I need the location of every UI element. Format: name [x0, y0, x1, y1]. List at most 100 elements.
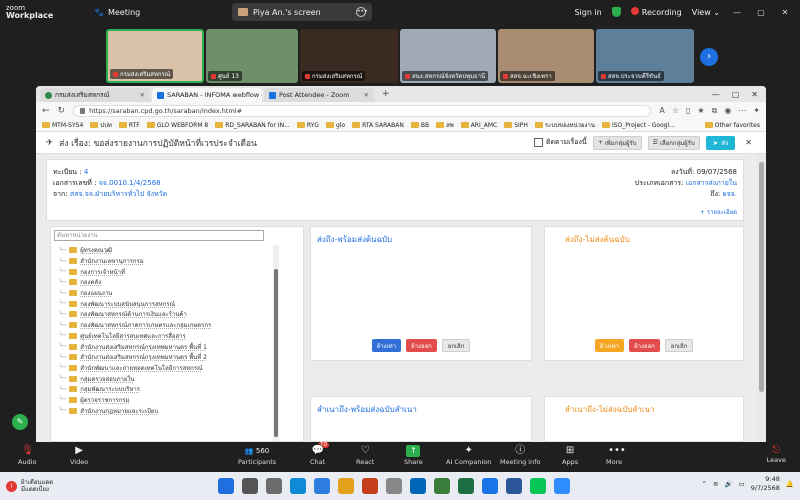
select-recipient-group-button[interactable]: ☰ เลือกกลุ่มผู้รับ — [647, 135, 700, 150]
close-icon[interactable]: ✕ — [741, 138, 756, 147]
page-scrollbar[interactable] — [757, 154, 766, 442]
meeting-info-button[interactable]: ⓘ Meeting info — [500, 445, 540, 466]
more-button[interactable]: ••• More — [606, 445, 626, 466]
participant-tile[interactable]: สสจ.ฉะเชิงเทรา — [498, 29, 594, 83]
chevron-up-icon[interactable]: ⌃ — [702, 480, 707, 488]
search-icon[interactable] — [242, 478, 258, 494]
split-screen-icon[interactable]: ▯ — [686, 106, 690, 116]
wifi-icon[interactable]: ≋ — [713, 480, 718, 488]
participant-tile[interactable]: สนง.สหกรณ์จังหวัดปทุมธานี — [400, 29, 496, 83]
shared-screen-tab[interactable]: Piya An.'s screen ••• — [232, 3, 372, 21]
recording-indicator[interactable]: Recording — [630, 7, 682, 17]
leave-button[interactable]: ⎋ Leave — [767, 445, 786, 464]
task-view-icon[interactable] — [266, 478, 282, 494]
tree-item[interactable]: └─ ผู้ตรวจราชการกรม — [59, 395, 259, 406]
bookmark-item[interactable]: ISO_Project - Googl... — [601, 122, 675, 129]
copilot-icon[interactable]: ✦ — [753, 106, 760, 116]
sign-in-button[interactable]: Sign in — [574, 8, 601, 17]
checkbox-box[interactable] — [533, 138, 543, 147]
other-favorites[interactable]: Other favorites — [704, 122, 760, 129]
bookmark-item[interactable]: MTM-SYS4 — [42, 122, 83, 129]
add-recipient-group-button[interactable]: + เพิ่มกลุ่มผู้รับ — [592, 135, 642, 150]
tree-item[interactable]: └─ ผู้ทรงคุณวุฒิ — [59, 245, 259, 256]
select-button[interactable]: ล้างเท่า — [371, 339, 401, 352]
tree-item[interactable]: └─ สำนักงานเลขานุการกรม — [59, 256, 259, 267]
clock[interactable]: 9:48 9/7/2568 — [751, 475, 780, 493]
tree-item[interactable]: └─ กองคลัง — [59, 277, 259, 288]
browser-tab[interactable]: SARABAN - INFOMA webflow - E✕ — [152, 88, 262, 102]
remove-button[interactable]: ล้างออก — [406, 339, 437, 352]
share-button[interactable]: ↑ Share — [404, 445, 423, 466]
annotate-pencil-icon[interactable]: ✎ — [12, 414, 28, 430]
more-options-icon[interactable]: ••• — [356, 7, 368, 17]
security-shield-icon[interactable] — [611, 7, 621, 17]
participant-tile[interactable]: กรมส่งเสริมสหกรณ์ — [300, 29, 398, 83]
send-button[interactable]: ➤ ส่ง — [705, 135, 736, 150]
notification-bell-icon[interactable]: 🔔 — [786, 480, 794, 488]
tree-scrollbar[interactable] — [273, 245, 279, 441]
line-app-icon[interactable] — [530, 478, 546, 494]
department-search-input[interactable]: ค้นหาหน่วยงาน — [54, 230, 264, 241]
bookmark-item[interactable]: ระบบของหน่วยงาน — [534, 120, 595, 130]
tree-item[interactable]: └─ สำนักงานกฎหมายและระเบียบ — [59, 405, 259, 416]
page-scroll-thumb[interactable] — [759, 162, 764, 392]
follow-checkbox[interactable]: ติดตามเรื่องนี้ — [533, 137, 587, 148]
video-button[interactable]: ▶ Video — [70, 445, 88, 466]
participants-button[interactable]: 👥 560 Participants — [238, 445, 276, 466]
photos-icon[interactable] — [434, 478, 450, 494]
cancel-button[interactable]: ยกเลิก — [441, 339, 471, 352]
maximize-icon[interactable]: ▢ — [732, 90, 740, 99]
participant-tile[interactable]: กรมส่งเสริมสหกรณ์ — [106, 29, 204, 83]
ai-companion-button[interactable]: ✦ AI Companion — [446, 445, 491, 466]
tree-item[interactable]: └─ กองพัฒนาสหกรณ์ด้านการเงินและร้านค้า — [59, 309, 259, 320]
zoom-app-icon[interactable] — [314, 478, 330, 494]
favorite-star-icon[interactable]: ☆ — [672, 106, 679, 116]
battery-icon[interactable]: ▭ — [739, 480, 745, 488]
tree-item[interactable]: └─ กลุ่มตรวจสอบภายใน — [59, 373, 259, 384]
chrome-icon[interactable] — [482, 478, 498, 494]
audio-button[interactable]: 🎙 Audio — [18, 445, 36, 466]
bookmark-item[interactable]: สพ — [436, 120, 454, 130]
tree-item[interactable]: └─ สำนักงานส่งเสริมสหกรณ์กรุงเทพมหานคร พื… — [59, 341, 259, 352]
apps-button[interactable]: ⊞ Apps — [562, 445, 578, 466]
volume-icon[interactable]: 🔊 — [724, 480, 732, 488]
menu-dots-icon[interactable]: ⋯ — [738, 106, 746, 116]
bookmark-item[interactable]: RTF — [118, 122, 140, 129]
refresh-icon[interactable]: ↻ — [58, 106, 66, 116]
view-button[interactable]: View ⌄ — [692, 8, 720, 17]
address-bar[interactable]: https://saraban.cpd.go.th/saraban/index.… — [73, 104, 652, 117]
read-aloud-icon[interactable]: A — [659, 106, 664, 116]
chat-button[interactable]: 💬 Chat — [310, 445, 325, 466]
edge-browser-icon[interactable] — [290, 478, 306, 494]
select-button[interactable]: ล้างเท่า — [594, 339, 624, 352]
bookmark-item[interactable]: ARI_AMC — [460, 122, 497, 129]
tree-item[interactable]: └─ สำนักงานส่งเสริมสหกรณ์กรุงเทพมหานคร พื… — [59, 352, 259, 363]
tree-item[interactable]: └─ กองแผนงาน — [59, 288, 259, 299]
react-button[interactable]: ♡ React — [356, 445, 374, 466]
tree-item[interactable]: └─ ศูนย์เทคโนโลยีสารสนเทศและการสื่อสาร — [59, 331, 259, 342]
camera-icon[interactable] — [386, 478, 402, 494]
back-icon[interactable]: ← — [42, 106, 50, 116]
tree-item[interactable]: └─ กองพัฒนาระบบสนับสนุนการสหกรณ์ — [59, 298, 259, 309]
bookmark-item[interactable]: RTA SARABAN — [352, 122, 404, 129]
participant-tile[interactable]: สสจ.ประจวบคีรีขันธ์ — [596, 29, 694, 83]
close-tab-icon[interactable]: ✕ — [364, 91, 369, 99]
close-tab-icon[interactable]: ✕ — [140, 91, 145, 99]
close-window-icon[interactable]: ✕ — [751, 90, 758, 99]
bookmark-item[interactable]: RD_SARABAN for IN... — [215, 122, 290, 129]
bookmark-item[interactable]: RYG — [296, 122, 319, 129]
next-participants-icon[interactable]: › — [700, 48, 718, 66]
bookmark-item[interactable]: GLO WEBFORM 8 — [146, 122, 208, 129]
bookmark-item[interactable]: SIPH — [504, 122, 528, 129]
new-tab-icon[interactable]: + — [376, 89, 396, 99]
zoom-meeting-icon[interactable] — [554, 478, 570, 494]
powerpoint-icon[interactable] — [362, 478, 378, 494]
tree-item[interactable]: └─ สำนักพัฒนาและถ่ายทอดเทคโนโลยีการสหกรณ์ — [59, 363, 259, 374]
bookmark-item[interactable]: BB — [410, 122, 429, 129]
store-icon[interactable] — [410, 478, 426, 494]
collections-icon[interactable]: ⧉ — [712, 106, 718, 116]
file-explorer-icon[interactable] — [338, 478, 354, 494]
cancel-button[interactable]: ยกเลิก — [664, 339, 694, 352]
tree-item[interactable]: └─ กลุ่มพัฒนาระบบบริหาร — [59, 384, 259, 395]
remove-button[interactable]: ล้างออก — [629, 339, 660, 352]
